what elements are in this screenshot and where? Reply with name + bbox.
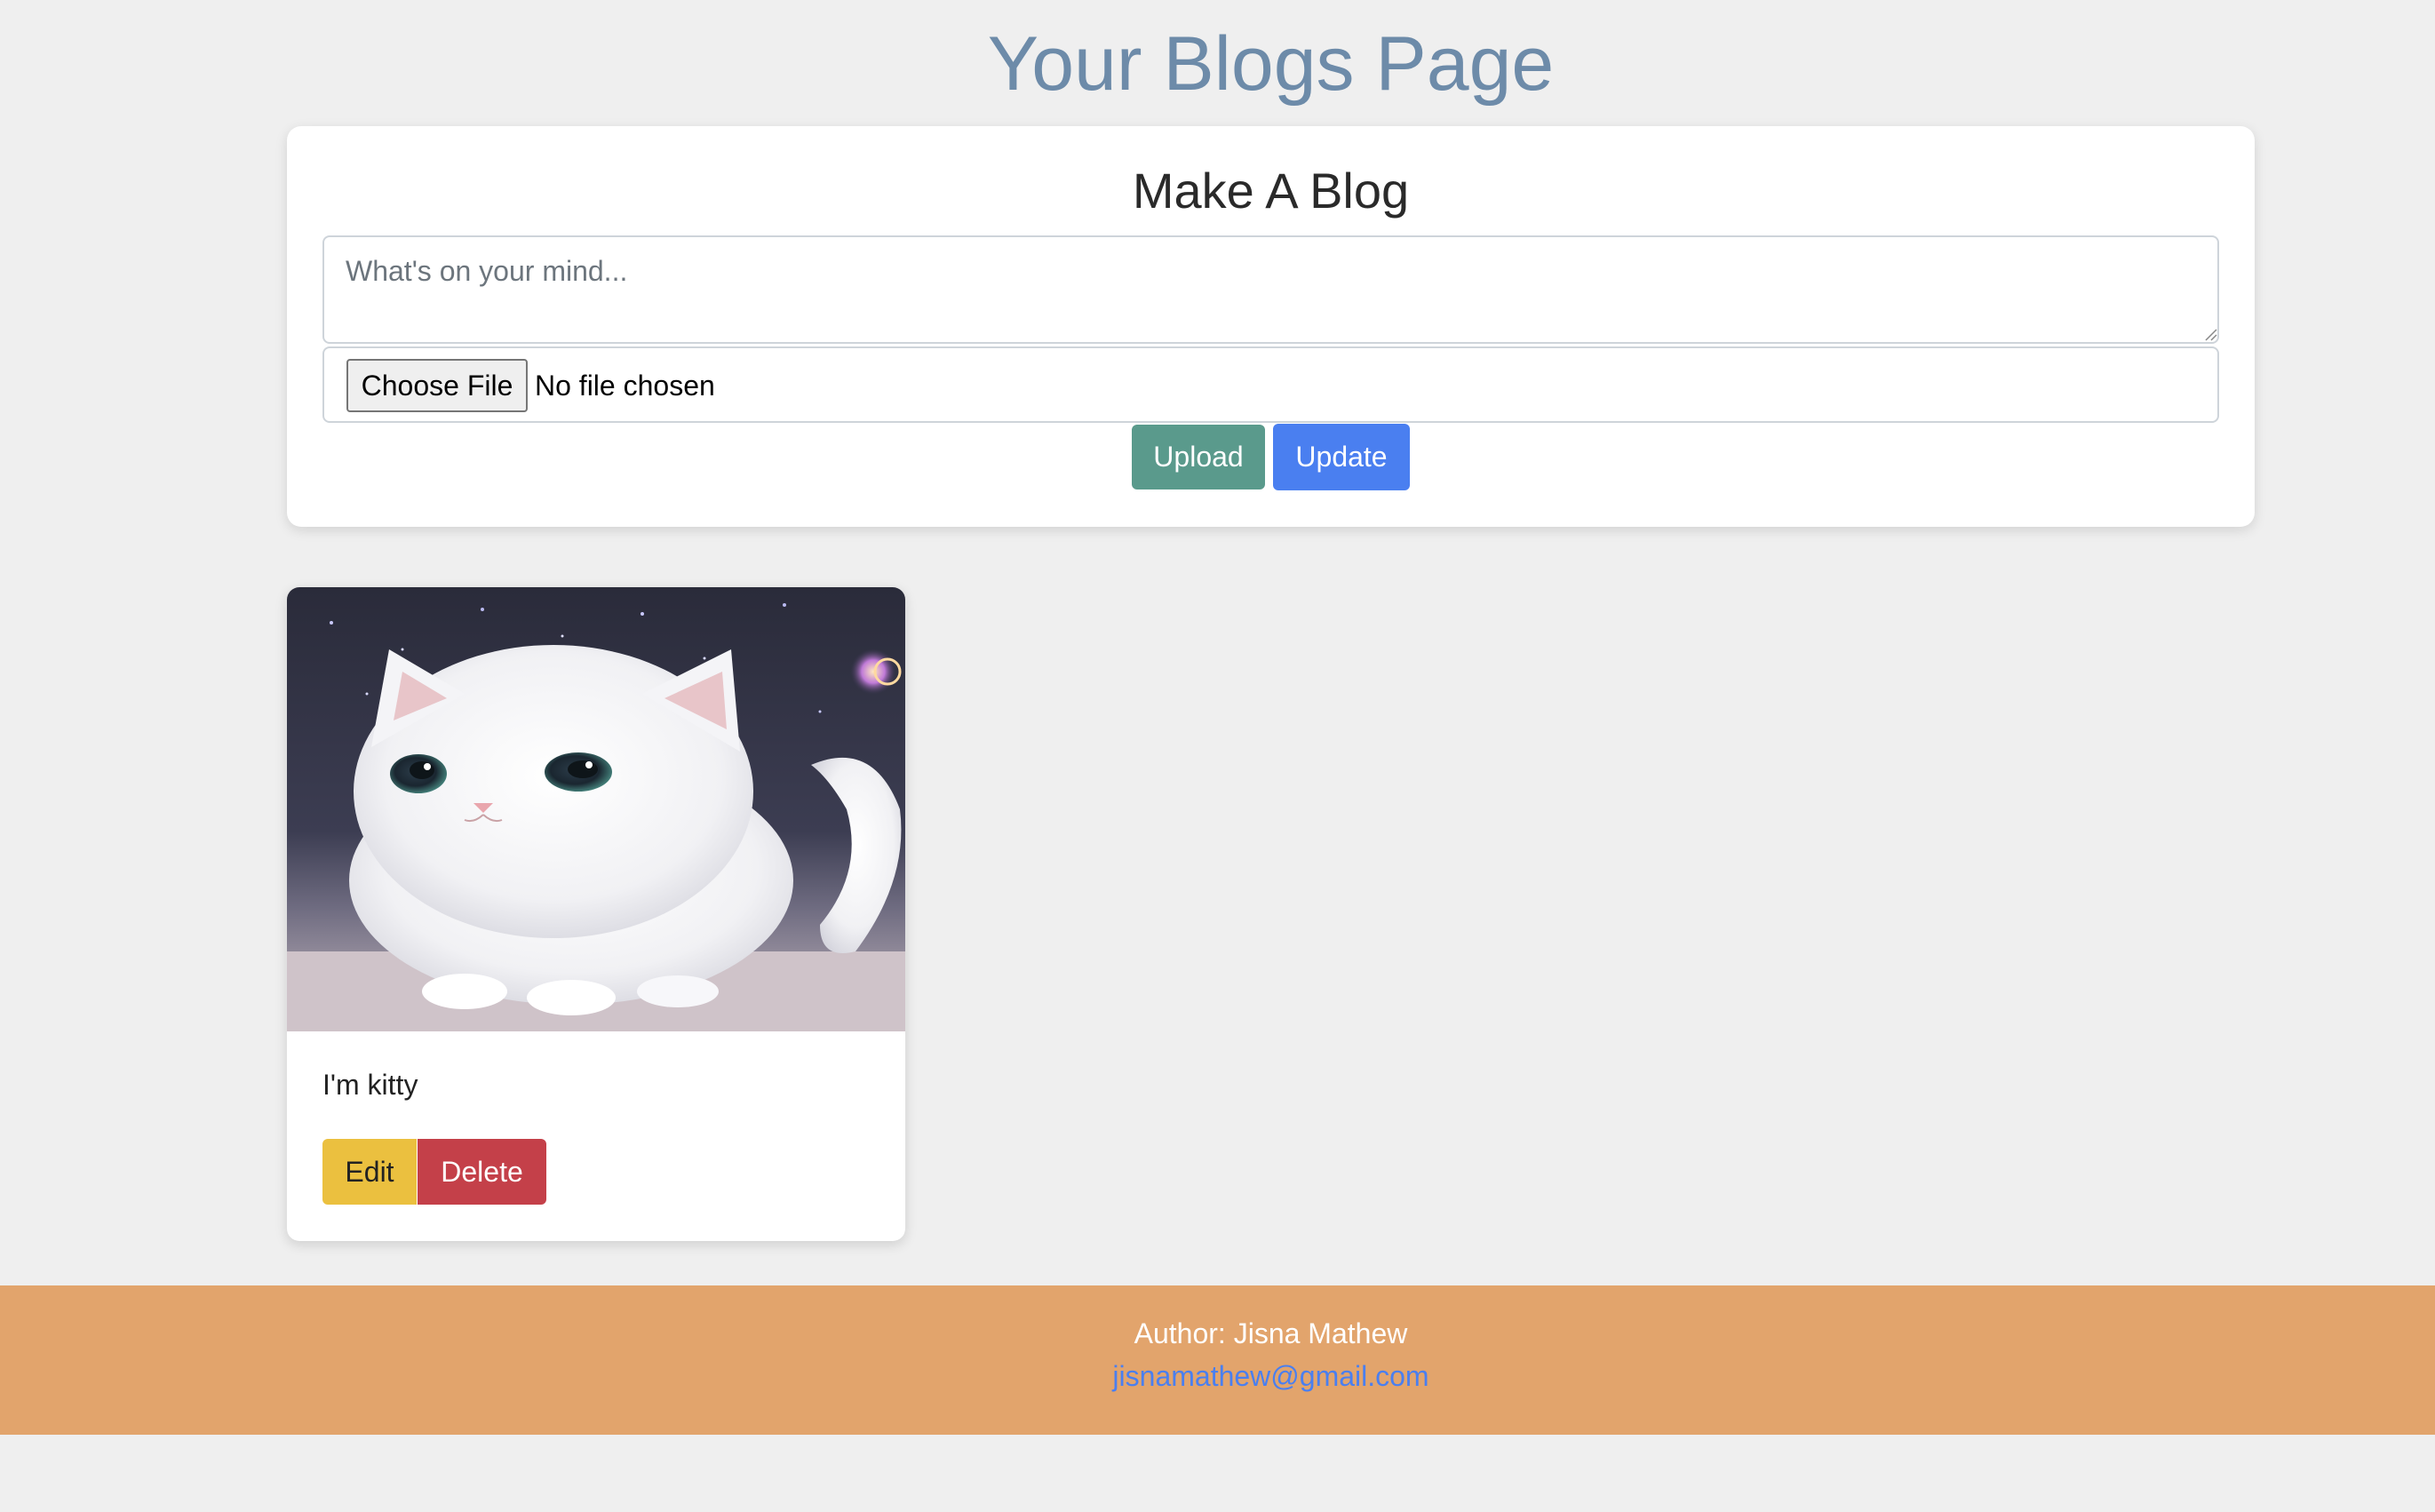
file-input[interactable]: Choose File No file chosen — [322, 346, 2219, 423]
upload-button[interactable]: Upload — [1132, 425, 1265, 489]
post-image — [287, 587, 905, 1031]
composer-heading: Make A Blog — [1132, 163, 1410, 219]
file-status-text: No file chosen — [535, 370, 715, 402]
footer-author: Author: Jisna Mathew — [1134, 1317, 1408, 1349]
post-text: I'm kitty — [322, 1069, 418, 1101]
footer: Author: Jisna Mathew jisnamathew@gmail.c… — [0, 1285, 2435, 1435]
footer-email-link[interactable]: jisnamathew@gmail.com — [0, 1358, 2435, 1394]
edit-button[interactable]: Edit — [322, 1139, 417, 1205]
update-button[interactable]: Update — [1273, 424, 1410, 490]
delete-button[interactable]: Delete — [418, 1139, 546, 1205]
post-card: I'm kitty Edit Delete — [287, 587, 905, 1241]
choose-file-button[interactable]: Choose File — [346, 359, 528, 412]
resize-grip-icon[interactable] — [2203, 327, 2217, 341]
page-title: Your Blogs Page — [987, 21, 1555, 107]
post-textarea[interactable] — [322, 235, 2219, 344]
page: Your Blogs Page Make A Blog Choose File … — [0, 0, 2435, 1512]
